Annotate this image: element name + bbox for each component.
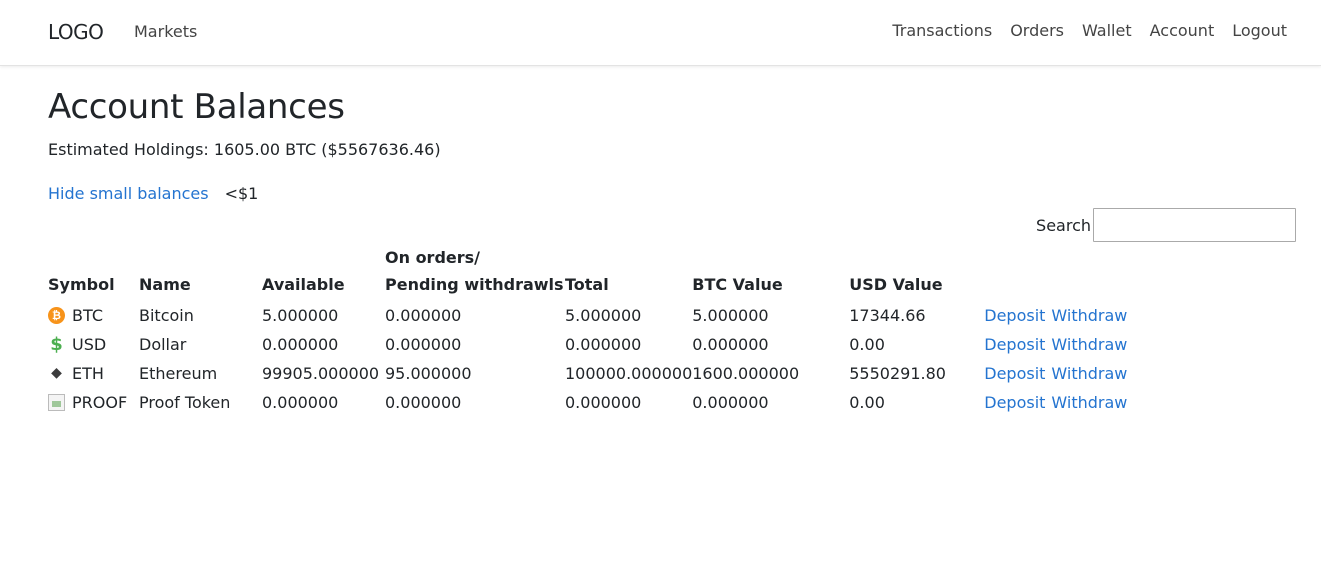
nav-right-group: Transactions Orders Wallet Account Logou… — [892, 21, 1287, 40]
bitcoin-icon: ₿ — [48, 307, 65, 324]
on-orders-cell: 95.000000 — [385, 364, 472, 383]
actions-cell: Deposit Withdraw — [984, 359, 1144, 388]
deposit-link[interactable]: Deposit — [984, 393, 1045, 412]
btc-value-cell: 0.000000 — [692, 393, 769, 412]
main-content: Account Balances Estimated Holdings: 160… — [48, 86, 1298, 206]
header-on-orders-line1: On orders/ — [385, 248, 481, 267]
table-header-row: Symbol Name Available On orders/ Pending… — [48, 244, 1144, 301]
symbol-cell: $ USD — [48, 330, 139, 359]
table-row: ₿ BTC Bitcoin 5.000000 0.000000 5.000000 … — [48, 301, 1144, 330]
ethereum-icon: ◆ — [51, 365, 62, 381]
header-on-orders: On orders/ Pending withdrawls — [385, 244, 565, 301]
available-cell: 99905.000000 — [262, 364, 380, 383]
nav-wallet[interactable]: Wallet — [1082, 21, 1132, 40]
deposit-link[interactable]: Deposit — [984, 306, 1045, 325]
header-usd-value: USD Value — [849, 275, 943, 294]
header-btc-value: BTC Value — [692, 275, 783, 294]
dollar-icon: $ — [50, 334, 63, 355]
btc-value-cell: 5.000000 — [692, 306, 769, 325]
name-cell: Ethereum — [139, 364, 218, 383]
total-cell: 0.000000 — [565, 335, 642, 354]
nav-account[interactable]: Account — [1150, 21, 1215, 40]
usd-value-cell: 0.00 — [849, 335, 885, 354]
on-orders-cell: 0.000000 — [385, 306, 462, 325]
small-balance-threshold: <$1 — [224, 184, 259, 203]
search-input[interactable] — [1093, 208, 1296, 242]
withdraw-link[interactable]: Withdraw — [1051, 306, 1127, 325]
header-actions — [984, 244, 1144, 301]
on-orders-cell: 0.000000 — [385, 393, 462, 412]
nav-left-group: Markets — [134, 22, 197, 41]
brand-logo[interactable]: LOGO — [48, 20, 104, 44]
usd-value-cell: 17344.66 — [849, 306, 926, 325]
withdraw-link[interactable]: Withdraw — [1051, 364, 1127, 383]
available-cell: 0.000000 — [262, 393, 339, 412]
nav-markets[interactable]: Markets — [134, 22, 197, 41]
btc-value-cell: 1600.000000 — [692, 364, 800, 383]
btc-value-cell: 0.000000 — [692, 335, 769, 354]
hide-small-balances-row: Hide small balances <$1 — [48, 182, 1298, 206]
usd-value-cell: 0.00 — [849, 393, 885, 412]
top-navbar: LOGO Markets Transactions Orders Wallet … — [0, 0, 1321, 66]
name-cell: Dollar — [139, 335, 187, 354]
total-cell: 0.000000 — [565, 393, 642, 412]
nav-logout[interactable]: Logout — [1232, 21, 1287, 40]
deposit-link[interactable]: Deposit — [984, 364, 1045, 383]
usd-value-cell: 5550291.80 — [849, 364, 946, 383]
symbol-text: PROOF — [72, 393, 128, 412]
estimated-holdings: Estimated Holdings: 1605.00 BTC ($556763… — [48, 140, 441, 159]
deposit-link[interactable]: Deposit — [984, 335, 1045, 354]
table-row: $ USD Dollar 0.000000 0.000000 0.000000 0… — [48, 330, 1144, 359]
on-orders-cell: 0.000000 — [385, 335, 462, 354]
available-cell: 5.000000 — [262, 306, 339, 325]
header-available: Available — [262, 275, 345, 294]
nav-transactions[interactable]: Transactions — [892, 21, 992, 40]
header-on-orders-line2: Pending withdrawls — [385, 275, 564, 294]
search-box: Search — [1036, 208, 1296, 242]
withdraw-link[interactable]: Withdraw — [1051, 335, 1127, 354]
nav-orders[interactable]: Orders — [1010, 21, 1064, 40]
table-row: PROOF Proof Token 0.000000 0.000000 0.00… — [48, 388, 1144, 417]
available-cell: 0.000000 — [262, 335, 339, 354]
hide-small-balances-link[interactable]: Hide small balances — [48, 182, 209, 206]
name-cell: Proof Token — [139, 393, 231, 412]
table-row: ◆ ETH Ethereum 99905.000000 95.000000 100… — [48, 359, 1144, 388]
symbol-cell: PROOF — [48, 388, 139, 417]
actions-cell: Deposit Withdraw — [984, 301, 1144, 330]
symbol-text: USD — [72, 335, 107, 354]
header-total: Total — [565, 275, 609, 294]
page-title: Account Balances — [48, 87, 345, 127]
broken-image-icon — [48, 394, 65, 411]
name-cell: Bitcoin — [139, 306, 194, 325]
withdraw-link[interactable]: Withdraw — [1051, 393, 1127, 412]
total-cell: 5.000000 — [565, 306, 642, 325]
header-symbol: Symbol — [48, 275, 115, 294]
symbol-cell: ₿ BTC — [48, 301, 139, 330]
symbol-text: BTC — [72, 306, 103, 325]
total-cell: 100000.000000 — [565, 364, 693, 383]
balances-table: Symbol Name Available On orders/ Pending… — [48, 244, 1144, 417]
symbol-text: ETH — [72, 364, 104, 383]
actions-cell: Deposit Withdraw — [984, 330, 1144, 359]
search-label: Search — [1036, 215, 1091, 235]
header-name: Name — [139, 275, 191, 294]
actions-cell: Deposit Withdraw — [984, 388, 1144, 417]
symbol-cell: ◆ ETH — [48, 359, 139, 388]
